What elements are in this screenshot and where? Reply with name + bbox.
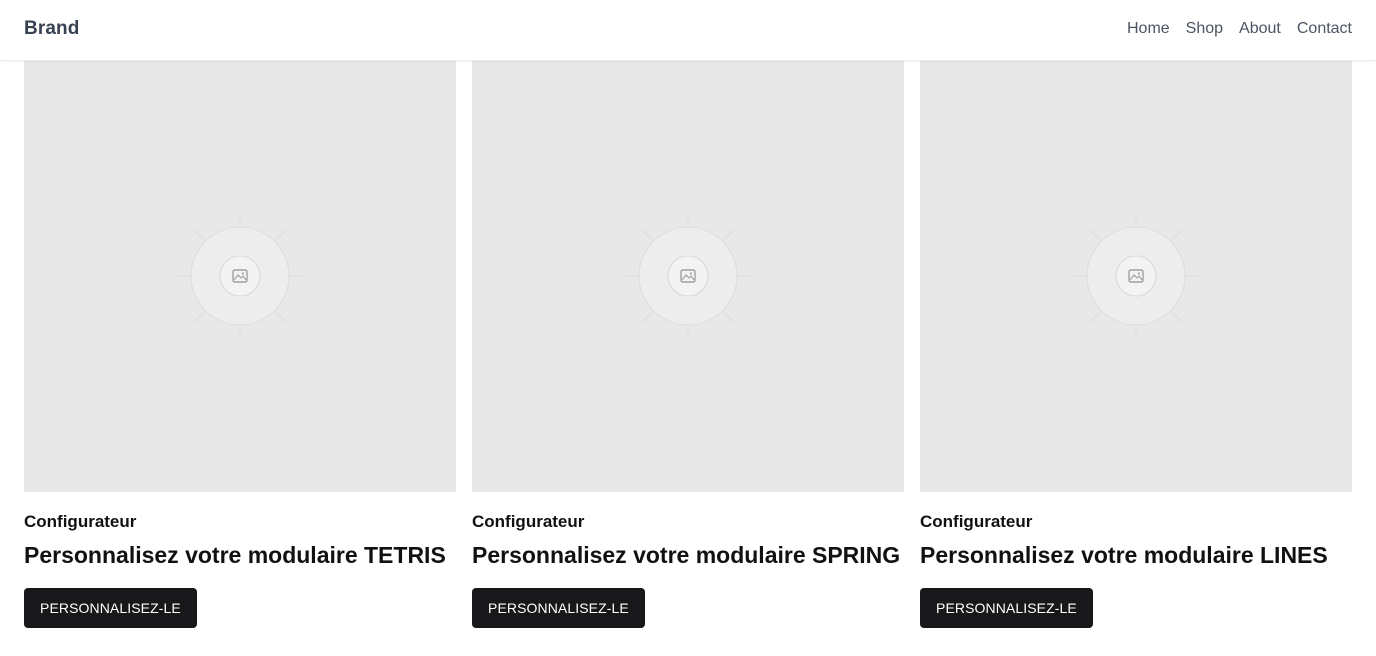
card-title: Personnalisez votre modulaire SPRING — [472, 542, 901, 568]
image-placeholder-icon — [624, 212, 752, 340]
personalize-button[interactable]: PERSONNALISEZ-LE — [24, 588, 197, 628]
top-navigation-bar: Brand Home Shop About Contact — [0, 0, 1376, 61]
personalize-button[interactable]: PERSONNALISEZ-LE — [920, 588, 1093, 628]
nav-link-home[interactable]: Home — [1127, 20, 1170, 38]
card-body: Configurateur Personnalisez votre modula… — [24, 492, 456, 628]
product-image-placeholder — [24, 60, 456, 492]
card-kicker: Configurateur — [24, 512, 137, 531]
image-placeholder-icon — [1072, 212, 1200, 340]
personalize-button[interactable]: PERSONNALISEZ-LE — [472, 588, 645, 628]
product-image-placeholder — [920, 60, 1352, 492]
card-kicker: Configurateur — [920, 512, 1033, 531]
main-navigation: Home Shop About Contact — [1127, 20, 1352, 38]
configurator-card-grid: Configurateur Personnalisez votre modula… — [24, 60, 1352, 628]
brand-logo-link[interactable]: Brand — [24, 18, 79, 40]
nav-link-about[interactable]: About — [1239, 20, 1281, 38]
card-title: Personnalisez votre modulaire LINES — [920, 542, 1328, 568]
configurator-card-tetris: Configurateur Personnalisez votre modula… — [24, 60, 456, 628]
nav-link-contact[interactable]: Contact — [1297, 20, 1352, 38]
image-placeholder-icon — [176, 212, 304, 340]
nav-link-shop[interactable]: Shop — [1186, 20, 1223, 38]
card-title: Personnalisez votre modulaire TETRIS — [24, 542, 446, 568]
configurator-card-spring: Configurateur Personnalisez votre modula… — [472, 60, 904, 628]
product-image-placeholder — [472, 60, 904, 492]
card-kicker: Configurateur — [472, 512, 585, 531]
card-body: Configurateur Personnalisez votre modula… — [920, 492, 1352, 628]
configurator-card-lines: Configurateur Personnalisez votre modula… — [920, 60, 1352, 628]
card-body: Configurateur Personnalisez votre modula… — [472, 492, 904, 628]
